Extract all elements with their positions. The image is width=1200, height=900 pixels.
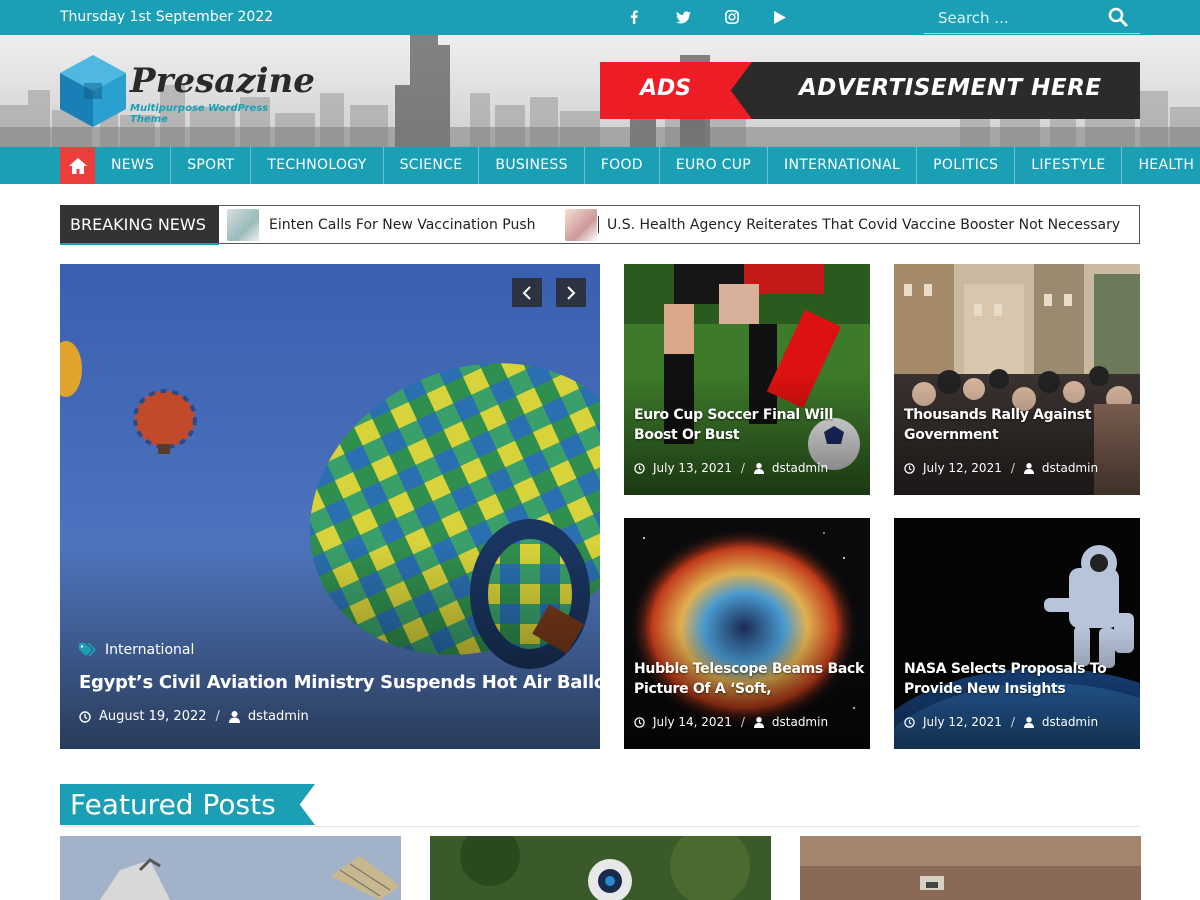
nav-item-health[interactable]: HEALTH <box>1122 147 1200 184</box>
clock-icon <box>634 716 645 728</box>
card-date[interactable]: July 13, 2021 <box>653 461 732 475</box>
post-card[interactable]: Thousands Rally Against Government July … <box>894 264 1140 495</box>
twitter-icon[interactable] <box>673 7 693 27</box>
clock-icon <box>634 462 645 474</box>
card-title[interactable]: Hubble Telescope Beams Back Picture Of A… <box>634 659 866 699</box>
card-meta: July 14, 2021 / dstadmin <box>634 715 828 729</box>
instagram-icon[interactable] <box>722 7 742 27</box>
nav-item-news[interactable]: NEWS <box>95 147 172 184</box>
current-date: Thursday 1st September 2022 <box>60 9 274 25</box>
tag-icon <box>79 643 97 657</box>
nav-item-politics[interactable]: POLITICS <box>917 147 1016 184</box>
nav-item-euro-cup[interactable]: EURO CUP <box>660 147 769 184</box>
home-icon <box>68 157 87 174</box>
breaking-news-headline: U.S. Health Agency Reiterates That Covid… <box>607 216 1121 233</box>
featured-post-card[interactable] <box>430 836 771 900</box>
slider-next-button[interactable] <box>556 278 586 307</box>
post-card[interactable]: NASA Selects Proposals To Provide New In… <box>894 518 1140 749</box>
featured-post-card[interactable] <box>60 836 401 900</box>
card-date[interactable]: July 14, 2021 <box>653 715 732 729</box>
meta-separator: / <box>1010 715 1015 729</box>
chevron-left-icon <box>522 285 531 300</box>
card-title[interactable]: NASA Selects Proposals To Provide New In… <box>904 659 1136 699</box>
featured-posts-title: Featured Posts <box>70 788 276 821</box>
clock-icon <box>904 462 915 474</box>
meta-separator: / <box>1010 461 1015 475</box>
news-thumbnail <box>227 208 259 241</box>
site-header: Presazine Multipurpose WordPress Theme A… <box>0 35 1200 147</box>
clock-icon <box>79 710 91 723</box>
breaking-news-headline: Einten Calls For New Vaccination Push <box>269 216 536 233</box>
featured-post-card[interactable] <box>800 836 1141 900</box>
featured-slider[interactable]: International Egypt’s Civil Aviation Min… <box>60 264 600 749</box>
card-meta: July 12, 2021 / dstadmin <box>904 715 1098 729</box>
hero-category-label: International <box>105 642 195 658</box>
chevron-right-icon <box>567 285 576 300</box>
post-card[interactable]: Euro Cup Soccer Final Will Boost Or Bust… <box>624 264 870 495</box>
slider-prev-button[interactable] <box>512 278 542 307</box>
search-input[interactable] <box>938 7 1098 29</box>
hero-title-link[interactable]: Egypt’s Civil Aviation Ministry Suspends… <box>79 672 600 693</box>
card-date[interactable]: July 12, 2021 <box>923 461 1002 475</box>
youtube-icon[interactable] <box>770 7 790 27</box>
news-thumbnail <box>565 208 597 241</box>
main-navigation: NEWS SPORT TECHNOLOGY SCIENCE BUSINESS F… <box>0 147 1200 184</box>
home-button[interactable] <box>60 147 95 184</box>
featured-posts-heading: Featured Posts <box>60 784 315 825</box>
nav-item-food[interactable]: FOOD <box>585 147 660 184</box>
featured-post-image <box>60 836 401 900</box>
logo-title: Presazine <box>130 61 315 101</box>
meta-separator: / <box>740 461 745 475</box>
card-author[interactable]: dstadmin <box>1042 461 1098 475</box>
nav-item-lifestyle[interactable]: LIFESTYLE <box>1015 147 1123 184</box>
user-icon <box>1023 716 1034 728</box>
clock-icon <box>904 716 915 728</box>
user-icon <box>753 462 764 474</box>
hero-meta: August 19, 2022 / dstadmin <box>79 709 309 724</box>
nav-item-business[interactable]: BUSINESS <box>479 147 585 184</box>
ad-label: ADS <box>640 76 692 101</box>
advertisement-banner[interactable]: ADS ADVERTISEMENT HERE <box>600 62 1140 119</box>
facebook-icon[interactable] <box>624 7 644 27</box>
site-logo[interactable]: Presazine Multipurpose WordPress Theme <box>60 55 315 130</box>
card-date[interactable]: July 12, 2021 <box>923 715 1002 729</box>
top-bar: Thursday 1st September 2022 <box>0 0 1200 35</box>
user-icon <box>753 716 764 728</box>
card-title[interactable]: Thousands Rally Against Government <box>904 405 1136 445</box>
hero-author[interactable]: dstadmin <box>248 709 309 724</box>
search-icon[interactable] <box>1108 7 1130 29</box>
meta-separator: / <box>740 715 745 729</box>
search-box <box>924 3 1140 34</box>
hero-category-link[interactable]: International <box>79 642 194 658</box>
section-divider <box>60 826 1140 827</box>
logo-subtitle: Multipurpose WordPress Theme <box>130 103 269 125</box>
meta-separator: / <box>215 709 220 724</box>
breaking-news-item[interactable]: Einten Calls For New Vaccination Push <box>227 208 536 241</box>
card-title[interactable]: Euro Cup Soccer Final Will Boost Or Bust <box>634 405 866 445</box>
user-icon <box>1023 462 1034 474</box>
breaking-news-item[interactable]: U.S. Health Agency Reiterates That Covid… <box>565 208 1120 241</box>
user-icon <box>228 710 240 723</box>
card-author[interactable]: dstadmin <box>1042 715 1098 729</box>
card-meta: July 13, 2021 / dstadmin <box>634 461 828 475</box>
post-card[interactable]: Hubble Telescope Beams Back Picture Of A… <box>624 518 870 749</box>
breaking-news-ticker: BREAKING NEWS Einten Calls For New Vacci… <box>60 205 1140 245</box>
featured-post-image <box>800 836 1141 900</box>
card-author[interactable]: dstadmin <box>772 461 828 475</box>
nav-item-international[interactable]: INTERNATIONAL <box>768 147 918 184</box>
featured-post-image <box>430 836 771 900</box>
nav-item-science[interactable]: SCIENCE <box>384 147 480 184</box>
hero-date[interactable]: August 19, 2022 <box>99 709 207 724</box>
card-meta: July 12, 2021 / dstadmin <box>904 461 1098 475</box>
ad-text: ADVERTISEMENT HERE <box>799 75 1102 101</box>
nav-item-sport[interactable]: SPORT <box>171 147 252 184</box>
card-author[interactable]: dstadmin <box>772 715 828 729</box>
nav-item-technology[interactable]: TECHNOLOGY <box>251 147 384 184</box>
logo-cube-icon <box>60 55 126 127</box>
breaking-news-label: BREAKING NEWS <box>60 205 219 245</box>
